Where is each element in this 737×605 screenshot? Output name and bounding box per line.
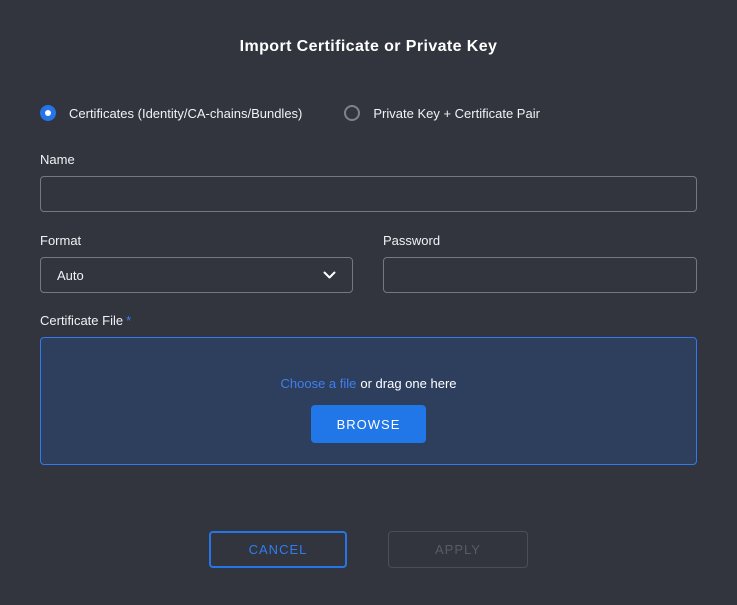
- radio-selected-icon[interactable]: [40, 105, 56, 121]
- required-asterisk: *: [126, 313, 131, 328]
- radio-certificates-label: Certificates (Identity/CA-chains/Bundles…: [69, 106, 302, 121]
- certificate-file-label: Certificate File*: [40, 313, 697, 328]
- certificate-file-label-text: Certificate File: [40, 313, 123, 328]
- import-certificate-dialog: Import Certificate or Private Key Certif…: [0, 38, 737, 605]
- name-input[interactable]: [40, 176, 697, 212]
- format-password-row: Format Auto Password: [40, 233, 697, 293]
- browse-button[interactable]: BROWSE: [311, 405, 427, 443]
- dialog-title: Import Certificate or Private Key: [40, 38, 697, 56]
- radio-private-key-label: Private Key + Certificate Pair: [373, 106, 540, 121]
- password-label: Password: [383, 233, 697, 248]
- radio-dot: [45, 110, 51, 116]
- dropzone-text: Choose a file or drag one here: [280, 376, 456, 391]
- format-selected-value: Auto: [57, 268, 84, 283]
- radio-option-certificates[interactable]: Certificates (Identity/CA-chains/Bundles…: [40, 105, 302, 121]
- certificate-file-field-group: Certificate File* Choose a file or drag o…: [40, 313, 697, 465]
- drag-here-text: or drag one here: [360, 376, 456, 391]
- password-field-group: Password: [383, 233, 697, 293]
- radio-unselected-icon[interactable]: [344, 105, 360, 121]
- choose-file-link[interactable]: Choose a file: [280, 376, 356, 391]
- apply-button[interactable]: APPLY: [388, 531, 528, 568]
- name-label: Name: [40, 152, 697, 167]
- radio-option-private-key[interactable]: Private Key + Certificate Pair: [344, 105, 540, 121]
- name-field-group: Name: [40, 152, 697, 212]
- format-field-group: Format Auto: [40, 233, 353, 293]
- import-type-radio-group: Certificates (Identity/CA-chains/Bundles…: [40, 105, 697, 121]
- cancel-button[interactable]: CANCEL: [209, 531, 347, 568]
- format-select[interactable]: Auto: [40, 257, 353, 293]
- format-label: Format: [40, 233, 353, 248]
- chevron-down-icon: [323, 271, 336, 279]
- password-input[interactable]: [383, 257, 697, 293]
- certificate-file-dropzone[interactable]: Choose a file or drag one here BROWSE: [40, 337, 697, 465]
- dialog-footer: CANCEL APPLY: [40, 531, 697, 568]
